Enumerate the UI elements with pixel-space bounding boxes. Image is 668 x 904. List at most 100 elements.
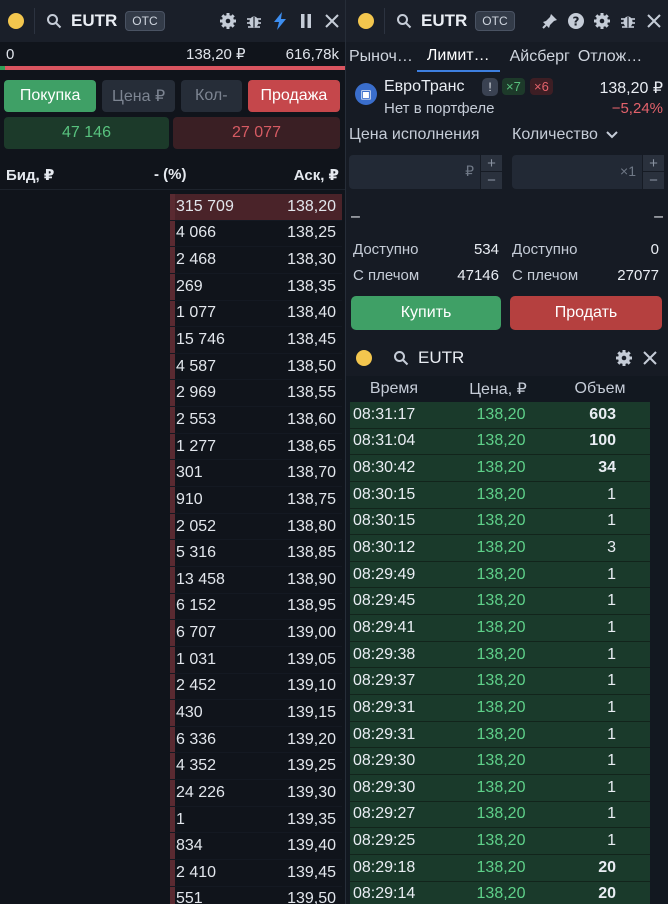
ask-level-row[interactable]: 269 138,35 [170,273,342,301]
ask-quantity: 4 066 [176,224,217,242]
ask-level-row[interactable]: 24 226 139,30 [170,780,342,807]
link-color-dot-icon[interactable] [8,13,24,29]
trades-symbol[interactable]: EUTR [418,348,464,368]
ask-quantity: 5 316 [176,544,217,562]
info-badge[interactable]: ! [482,78,498,96]
col-bid[interactable]: Бид, ₽ [6,166,154,184]
ask-level-row[interactable]: 1 031 139,05 [170,646,342,674]
close-icon[interactable] [319,8,345,34]
ask-level-row[interactable]: 834 139,40 [170,833,342,861]
order-symbol[interactable]: EUTR [421,11,467,31]
gear-icon[interactable] [589,8,615,34]
ask-level-row[interactable]: 1 277 138,65 [170,433,342,461]
ask-level-row[interactable]: 430 139,15 [170,700,342,727]
submit-sell-button[interactable]: Продать [510,296,662,330]
book-symbol[interactable]: EUTR [71,11,117,31]
quantity-input[interactable]: Кол- [180,80,242,112]
pin-icon[interactable] [537,8,563,34]
ask-level-row[interactable]: 15 746 138,45 [170,327,342,354]
trade-volume: 1 [607,672,616,690]
ask-price: 138,90 [287,570,336,588]
trade-time: 08:29:49 [353,565,416,583]
ask-quantity: 2 969 [176,384,217,402]
sell-button[interactable]: Продажа [247,80,341,112]
ask-price: 138,45 [287,331,336,349]
price-decrement-button[interactable]: − [480,172,502,189]
ask-level-row[interactable]: 2 553 138,60 [170,407,342,434]
col-ask[interactable]: Аск, ₽ [244,166,339,184]
submit-buy-button[interactable]: Купить [351,296,501,330]
ask-quantity: 4 352 [176,757,217,775]
col-time[interactable]: Время [346,380,442,398]
gear-icon[interactable] [611,345,637,371]
ask-level-row[interactable]: 2 052 138,80 [170,513,342,541]
trade-row: 08:29:27 138,20 1 [350,801,650,829]
trade-row: 08:29:38 138,20 1 [350,641,650,669]
trade-volume: 1 [607,485,616,503]
quantity-dropdown[interactable]: Количество [512,126,619,144]
col-percent[interactable]: - (%) [154,166,244,183]
trade-row: 08:29:31 138,20 1 [350,695,650,722]
ask-quantity: 2 452 [176,677,217,695]
ask-quantity: 2 052 [176,517,217,535]
ask-price: 138,25 [287,224,336,242]
ask-level-row[interactable]: 2 969 138,55 [170,380,342,408]
ask-level-row[interactable]: 13 458 138,90 [170,566,342,594]
ask-price: 138,50 [287,357,336,375]
bug-icon[interactable] [241,8,267,34]
ask-level-row[interactable]: 2 468 138,30 [170,247,342,274]
ask-level-row[interactable]: 6 707 139,00 [170,620,342,647]
ask-level-row[interactable]: 4 066 138,25 [170,220,342,248]
bid-total-volume: 0 [6,45,15,63]
trade-volume: 603 [589,405,616,423]
ask-level-row[interactable]: 551 139,50 [170,886,342,904]
order-tab[interactable]: Рыноч… [346,42,417,72]
ask-level-row[interactable]: 2 452 139,10 [170,673,342,701]
ask-level-row[interactable]: 910 138,75 [170,487,342,514]
lightning-icon[interactable] [267,8,293,34]
ask-price: 138,60 [287,410,336,428]
link-color-dot-icon[interactable] [358,13,374,29]
help-icon[interactable]: ? [563,8,589,34]
order-tab[interactable]: Айсберг [500,42,574,72]
col-price[interactable]: Цена, ₽ [442,379,554,399]
bug-icon[interactable] [615,8,641,34]
price-increment-button[interactable]: + [480,155,502,172]
pause-icon[interactable] [293,8,319,34]
trade-time: 08:31:17 [353,405,416,423]
order-tab[interactable]: Отлож… [574,42,646,72]
buy-button[interactable]: Покупка [4,80,97,112]
execution-price-input[interactable]: ₽ + − [349,155,502,189]
ask-level-row[interactable]: 4 352 139,25 [170,753,342,781]
trade-row: 08:31:17 138,20 603 [350,402,650,429]
close-icon[interactable] [641,8,667,34]
close-icon[interactable] [637,345,663,371]
ask-level-row[interactable]: 5 316 138,85 [170,540,342,567]
search-icon[interactable] [391,8,417,34]
col-volume[interactable]: Объем [554,380,646,398]
trade-time: 08:29:30 [353,752,416,770]
search-icon[interactable] [388,345,414,371]
price-input[interactable]: Цена ₽ [102,80,175,112]
quantity-unit: ×1 [620,163,636,179]
link-color-dot-icon[interactable] [356,350,372,366]
ask-level-row[interactable]: 2 410 139,45 [170,860,342,887]
gear-icon[interactable] [215,8,241,34]
trade-price: 138,20 [476,592,526,610]
order-tab[interactable]: Лимит… [416,42,500,72]
search-icon[interactable] [41,8,67,34]
ask-level-row[interactable]: 4 587 138,50 [170,353,342,381]
quantity-decrement-button[interactable]: − [642,172,664,189]
trade-time: 08:29:14 [353,885,416,903]
quantity-increment-button[interactable]: + [642,155,664,172]
ask-level-row[interactable]: 301 138,70 [170,460,342,488]
ask-quantity: 2 410 [176,863,217,881]
price-label: Цена исполнения [349,126,480,143]
ask-level-row[interactable]: 6 152 138,95 [170,593,342,621]
ask-level-row[interactable]: 1 077 138,40 [170,300,342,328]
quantity-input[interactable]: ×1 + − [512,155,664,189]
ask-level-row[interactable]: 6 336 139,20 [170,726,342,754]
ask-level-row[interactable]: 1 139,35 [170,806,342,834]
ask-level-row[interactable]: 315 709 138,20 [170,194,342,221]
trade-time: 08:29:31 [353,698,416,716]
